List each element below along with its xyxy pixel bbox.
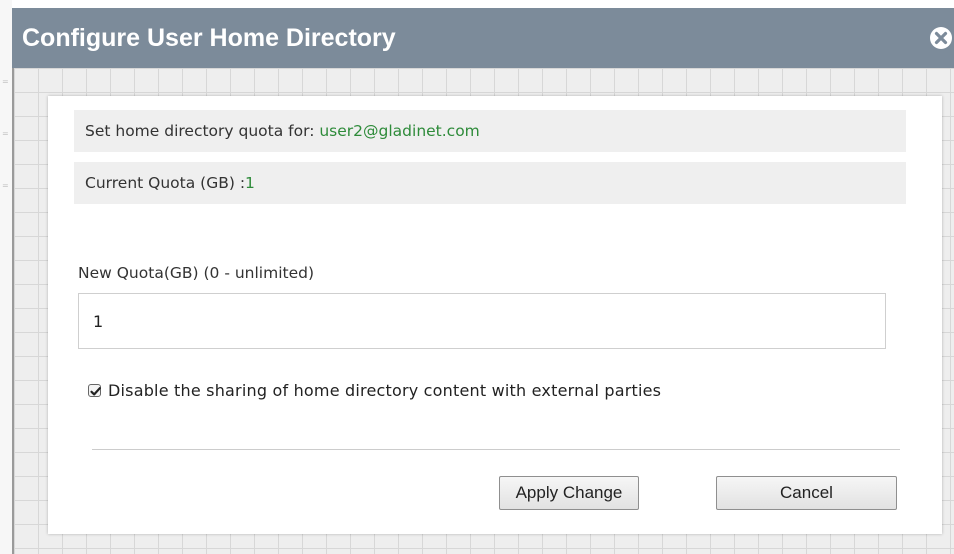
dialog-titlebar: Configure User Home Directory bbox=[12, 8, 954, 68]
background-marker: = bbox=[2, 181, 9, 190]
new-quota-input[interactable] bbox=[78, 293, 886, 349]
checkmark-icon bbox=[90, 386, 101, 395]
background-marker: = bbox=[2, 77, 9, 86]
disable-sharing-label: Disable the sharing of home directory co… bbox=[108, 380, 662, 400]
divider bbox=[92, 449, 900, 450]
cancel-button[interactable]: Cancel bbox=[716, 476, 897, 510]
current-quota-value: 1 bbox=[245, 174, 255, 192]
background-marker: = bbox=[2, 129, 9, 138]
close-icon[interactable] bbox=[928, 26, 954, 50]
background-page-edge: = = = bbox=[0, 0, 12, 554]
dialog-content: Set home directory quota for: user2@glad… bbox=[48, 96, 942, 534]
disable-sharing-option[interactable]: Disable the sharing of home directory co… bbox=[88, 379, 661, 401]
current-quota-label: Current Quota (GB) : bbox=[85, 174, 246, 192]
apply-change-button[interactable]: Apply Change bbox=[499, 476, 639, 510]
dialog-title: Configure User Home Directory bbox=[22, 24, 396, 52]
new-quota-label: New Quota(GB) (0 - unlimited) bbox=[78, 264, 315, 282]
quota-for-label: Set home directory quota for: bbox=[85, 122, 320, 140]
quota-for-row: Set home directory quota for: user2@glad… bbox=[74, 110, 906, 152]
user-email: user2@gladinet.com bbox=[319, 122, 480, 140]
disable-sharing-checkbox[interactable] bbox=[88, 383, 101, 397]
current-quota-row: Current Quota (GB) :1 bbox=[74, 162, 906, 204]
